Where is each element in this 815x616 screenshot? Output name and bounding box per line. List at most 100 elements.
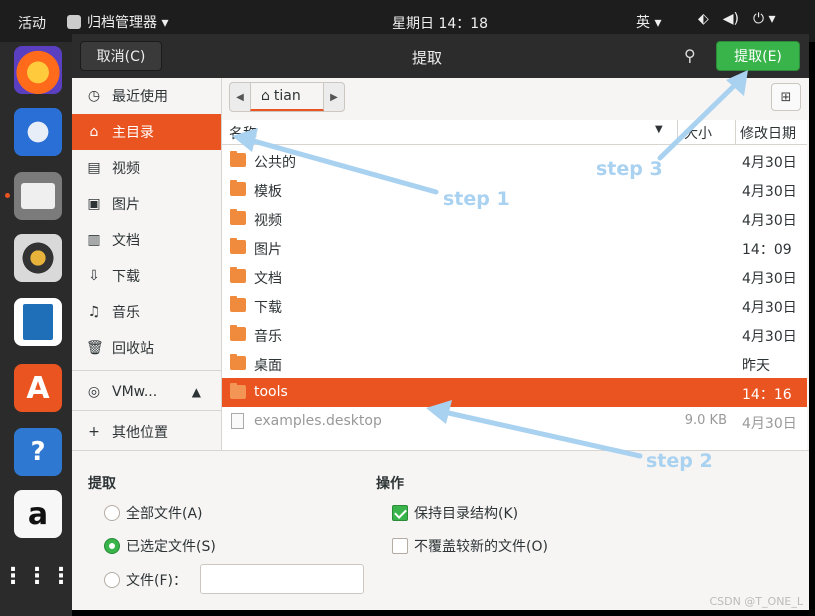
download-icon: ⇩ [88, 268, 100, 284]
file-name: examples.desktop [254, 413, 382, 429]
running-indicator [5, 193, 10, 198]
column-modified[interactable]: 修改日期 [735, 120, 807, 145]
writer-icon[interactable] [14, 298, 62, 346]
column-name[interactable]: 名称 [229, 123, 257, 143]
list-item[interactable]: 模板 4月30日 [222, 175, 807, 204]
radio-label: 全部文件(A) [126, 506, 203, 522]
eject-icon[interactable]: ▲ [192, 385, 201, 399]
list-item-selected[interactable]: tools 14：16 [222, 378, 807, 407]
file-name: 音乐 [254, 329, 282, 345]
new-folder-button[interactable]: ⊞ [771, 83, 801, 111]
sidebar-item-pictures[interactable]: ▣ 图片 [72, 186, 221, 222]
list-item[interactable]: 图片 14：09 [222, 233, 807, 262]
files-icon[interactable] [14, 172, 62, 220]
header-bar: 取消(C) 提取 ⚲ 提取(E) [72, 34, 809, 78]
new-folder-icon: ⊞ [780, 89, 792, 105]
thunderbird-icon[interactable] [14, 108, 62, 156]
app-menu[interactable]: 归档管理器 ▾ [67, 12, 168, 32]
app-menu-label: 归档管理器 ▾ [87, 15, 169, 31]
power-icon: ⏻ ▾ [753, 11, 776, 27]
amazon-icon[interactable]: a [14, 490, 62, 538]
sidebar-divider [72, 410, 221, 411]
folder-icon [230, 180, 246, 196]
sidebar-item-vmware-device[interactable]: ◎ VMw... ▲ [72, 374, 221, 410]
radio-indicator [104, 572, 120, 588]
sidebar-item-recent[interactable]: ◷ 最近使用 [72, 78, 221, 114]
actions-section-title: 操作 [376, 476, 404, 492]
cancel-button[interactable]: 取消(C) [80, 41, 162, 71]
radio-indicator [104, 505, 120, 521]
step1-label: step 1 [443, 188, 510, 210]
sidebar-item-label: 最近使用 [112, 89, 168, 105]
list-item[interactable]: 下载 4月30日 [222, 291, 807, 320]
checkbox-indicator [392, 505, 408, 521]
file-date: 4月30日 [742, 213, 797, 229]
sidebar-item-documents[interactable]: ▥ 文档 [72, 222, 221, 258]
file-icon [231, 413, 244, 429]
radio-indicator [104, 538, 120, 554]
document-icon: ▥ [87, 232, 101, 248]
dialog-title: 提取 [412, 49, 443, 67]
clock[interactable]: 星期日 14：18 [392, 13, 488, 33]
sidebar-item-home[interactable]: ⌂ 主目录 [72, 114, 221, 150]
sidebar-item-label: 文档 [112, 233, 140, 249]
places-sidebar: ◷ 最近使用 ⌂ 主目录 ▤ 视频 ▣ 图片 ▥ 文档 ⇩ 下载 ♫ 音乐 🗑 [72, 78, 222, 450]
help-icon[interactable]: ? [14, 428, 62, 476]
activities-button[interactable]: 活动 [18, 13, 46, 33]
sidebar-item-label: 下载 [112, 269, 140, 285]
folder-icon [230, 296, 246, 312]
system-menu[interactable]: ⬖ ◀) ⏻ ▾ [698, 11, 776, 27]
file-size: 9.0 KB [684, 413, 727, 428]
step3-label: step 3 [596, 158, 663, 180]
watermark: CSDN @T_ONE_L [709, 595, 803, 608]
rhythmbox-icon[interactable] [14, 234, 62, 282]
file-name: 下载 [254, 300, 282, 316]
firefox-icon[interactable] [14, 46, 62, 94]
file-date: 4月30日 [742, 271, 797, 287]
app-grid-icon[interactable]: ⋮⋮⋮ [2, 552, 72, 600]
sidebar-item-videos[interactable]: ▤ 视频 [72, 150, 221, 186]
breadcrumb: ◀ ⌂ tian ▶ [229, 82, 345, 112]
folder-icon [230, 151, 246, 167]
software-center-icon[interactable]: A [14, 364, 62, 412]
files-pattern-input[interactable] [200, 564, 364, 594]
selected-files-radio[interactable]: 已选定文件(S) [104, 536, 216, 556]
files-pattern-radio[interactable]: 文件(F)： [104, 570, 187, 590]
sidebar-item-trash[interactable]: 🗑 回收站 [72, 330, 221, 366]
path-forward-icon[interactable]: ▶ [324, 92, 344, 103]
file-date: 昨天 [742, 358, 770, 374]
list-item[interactable]: 视频 4月30日 [222, 204, 807, 233]
extract-button[interactable]: 提取(E) [716, 41, 800, 71]
file-name: 桌面 [254, 358, 282, 374]
no-overwrite-checkbox[interactable]: 不覆盖较新的文件(O) [392, 536, 548, 556]
sidebar-item-label: 主目录 [112, 125, 154, 141]
list-item[interactable]: 公共的 4月30日 [222, 146, 807, 175]
column-size[interactable]: 大小 [677, 120, 735, 145]
list-item[interactable]: examples.desktop 9.0 KB 4月30日 [222, 407, 807, 436]
checkbox-label: 保持目录结构(K) [414, 506, 519, 522]
dock: A ? a ⋮⋮⋮ [0, 42, 72, 616]
path-back-icon[interactable]: ◀ [230, 92, 250, 103]
file-list: 名称 ▼ 大小 修改日期 公共的 4月30日 模板 4月30日 视频 4月30日… [222, 120, 807, 450]
sidebar-item-other-locations[interactable]: + 其他位置 [72, 414, 221, 450]
file-date: 4月30日 [742, 416, 797, 432]
search-icon[interactable]: ⚲ [684, 46, 696, 65]
list-item[interactable]: 文档 4月30日 [222, 262, 807, 291]
sidebar-item-music[interactable]: ♫ 音乐 [72, 294, 221, 330]
recent-icon: ◷ [87, 88, 101, 104]
home-icon: ⌂ [261, 88, 270, 104]
extract-options: 提取 全部文件(A) 已选定文件(S) 文件(F)： 操作 保持目录结构(K) … [72, 450, 809, 610]
list-item[interactable]: 音乐 4月30日 [222, 320, 807, 349]
sidebar-item-downloads[interactable]: ⇩ 下载 [72, 258, 221, 294]
sidebar-divider [72, 370, 221, 371]
sidebar-item-label: 视频 [112, 161, 140, 177]
extract-section-title: 提取 [88, 476, 116, 492]
breadcrumb-home[interactable]: ⌂ tian [250, 83, 324, 111]
home-icon: ⌂ [89, 124, 99, 140]
sidebar-item-label: VMw... [112, 384, 158, 400]
keep-structure-checkbox[interactable]: 保持目录结构(K) [392, 503, 518, 523]
input-method-indicator[interactable]: 英 ▾ [636, 12, 661, 32]
picture-icon: ▣ [87, 196, 101, 212]
all-files-radio[interactable]: 全部文件(A) [104, 503, 203, 523]
list-item[interactable]: 桌面 昨天 [222, 349, 807, 378]
